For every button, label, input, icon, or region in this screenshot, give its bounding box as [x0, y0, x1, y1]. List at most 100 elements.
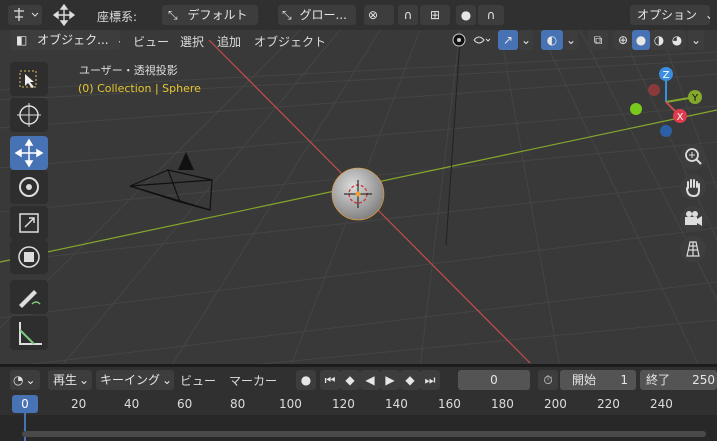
move-icon: [14, 138, 44, 168]
record-icon: ●: [300, 373, 312, 387]
jump-end-button[interactable]: ⏭: [420, 370, 440, 390]
ruler-tick: 180: [491, 397, 514, 411]
object-mode-label: オブジェク...: [37, 33, 109, 47]
zoom-button[interactable]: [680, 144, 706, 170]
next-keyframe-icon: ◆: [405, 373, 415, 387]
annotate-icon: [19, 290, 41, 308]
play-reverse-button[interactable]: ◀: [360, 370, 380, 390]
xray-toggle[interactable]: ⧉: [588, 30, 608, 50]
falloff-curve-icon: ∩: [486, 8, 496, 22]
playback-label: 再生: [53, 373, 78, 387]
gizmo-dropdown[interactable]: ⌄: [519, 30, 533, 50]
jump-start-icon: ⏮: [324, 373, 336, 387]
end-frame-field[interactable]: 終了 250: [640, 370, 717, 390]
editor-type-icon: [14, 8, 39, 21]
playback-menu[interactable]: 再生 ⌄: [48, 370, 92, 390]
end-label: 終了: [646, 373, 671, 387]
timeline-view-menu[interactable]: ビュー: [180, 372, 216, 389]
tool-cursor[interactable]: [10, 98, 48, 132]
select-box-icon: [19, 70, 37, 88]
jump-start-button[interactable]: ⏮: [320, 370, 340, 390]
gizmo-toggle[interactable]: ↗: [498, 30, 518, 50]
overlay-toggle[interactable]: ◐: [541, 30, 563, 50]
timeline-scrollbar[interactable]: [22, 431, 706, 437]
tool-measure[interactable]: [10, 316, 48, 350]
shading-dropdown[interactable]: ⌄: [688, 30, 704, 50]
zoom-icon: [685, 148, 702, 165]
snap-toggle[interactable]: ∩: [398, 5, 418, 25]
current-frame-field[interactable]: 0: [458, 370, 530, 390]
tool-annotate[interactable]: [10, 280, 48, 314]
keying-menu[interactable]: キーイング ⌄: [96, 370, 174, 390]
prev-keyframe-icon: ◆: [345, 373, 355, 387]
tool-move[interactable]: [10, 136, 48, 170]
timeline-area[interactable]: 0 20 40 60 80 100 120 140 160 180 200 22…: [0, 393, 717, 441]
play-button[interactable]: ▶: [380, 370, 400, 390]
timeline-editor-type[interactable]: ◔ ⌄: [10, 370, 40, 390]
shading-material[interactable]: ◑: [650, 30, 668, 50]
snap-target-dropdown[interactable]: ⊞: [420, 5, 450, 25]
record-button[interactable]: ●: [296, 370, 316, 390]
chevron-down-icon: ⌄: [355, 5, 356, 25]
tool-transform[interactable]: [10, 240, 48, 274]
link-icon: ⊗: [368, 8, 379, 22]
chevron-down-icon: ⌄: [162, 373, 173, 387]
start-label: 開始: [572, 373, 597, 387]
options-dropdown[interactable]: オプション ⌄: [630, 5, 710, 25]
shading-rendered[interactable]: ◕: [668, 30, 686, 50]
start-value: 1: [620, 373, 628, 387]
timeline-marker-menu[interactable]: マーカー: [229, 372, 277, 389]
rendered-icon: ◕: [671, 33, 683, 47]
navigation-gizmo[interactable]: Z Y X: [626, 62, 706, 142]
transform-icon: [18, 246, 40, 268]
chevron-down-icon: ⌄: [520, 33, 532, 47]
tool-rotate[interactable]: [10, 170, 48, 204]
current-frame-marker-label: 0: [21, 397, 29, 411]
orientation-icon: ⤡: [168, 8, 178, 22]
proportional-edit-toggle[interactable]: ●: [456, 5, 476, 25]
end-value: 250: [692, 373, 715, 387]
object-mode-dropdown[interactable]: ◧ オブジェク... ⌄: [10, 30, 120, 50]
menu-add[interactable]: 追加: [217, 33, 241, 50]
chevron-down-icon: ⌄: [255, 5, 258, 25]
prev-keyframe-button[interactable]: ◆: [340, 370, 360, 390]
shading-solid[interactable]: ●: [632, 30, 650, 50]
orientation-dropdown[interactable]: ⤡ デフォルト ⌄: [162, 5, 258, 25]
stopwatch-icon: ⏱: [543, 373, 553, 387]
ruler-tick: 200: [544, 397, 567, 411]
viewport-header: 座標系: ⤡ デフォルト ⌄ ⤡ グロー... ⌄ ⊗ ∩ ⊞ ● ∩ オプショ…: [0, 0, 717, 30]
shading-wireframe[interactable]: ⊕: [614, 30, 632, 50]
scale-icon: [19, 213, 39, 233]
camera-object[interactable]: [126, 146, 218, 212]
clock-icon: ◔: [13, 373, 24, 387]
transform-pivot-dropdown[interactable]: ⤡ グロー... ⌄: [278, 5, 356, 25]
tool-scale[interactable]: [10, 206, 48, 240]
overlay-dropdown[interactable]: ⌄: [564, 30, 578, 50]
pivot-dropdown[interactable]: ⊗: [364, 5, 394, 25]
coord-system-label: 座標系:: [97, 10, 138, 24]
play-reverse-icon: ◀: [365, 373, 375, 387]
menu-view[interactable]: ビュー: [133, 33, 169, 50]
menu-object[interactable]: オブジェクト: [254, 33, 326, 50]
next-keyframe-button[interactable]: ◆: [400, 370, 420, 390]
tool-select-box[interactable]: [10, 62, 48, 96]
camera-view-button[interactable]: [680, 206, 706, 232]
menu-select[interactable]: 選択: [180, 33, 204, 50]
gizmo-z-label: Z: [663, 70, 670, 81]
chevron-down-icon: ⌄: [690, 33, 702, 47]
gizmo-icon: ↗: [502, 33, 514, 47]
measure-icon: [19, 322, 42, 345]
current-frame-marker[interactable]: 0: [12, 395, 38, 413]
editor-type-button[interactable]: [8, 5, 42, 25]
current-frame-value: 0: [490, 373, 498, 387]
visibility-dropdown[interactable]: [446, 30, 492, 50]
falloff-dropdown[interactable]: ∩: [478, 5, 504, 25]
pan-button[interactable]: [680, 174, 706, 200]
start-frame-field[interactable]: 開始 1: [560, 370, 636, 390]
preview-range-toggle[interactable]: ⏱: [538, 370, 558, 390]
move-gizmo-icon[interactable]: [52, 4, 76, 26]
wireframe-icon: ⊕: [617, 33, 629, 47]
perspective-toggle-button[interactable]: [680, 236, 706, 262]
sphere-object[interactable]: [330, 166, 386, 222]
ruler-tick: 20: [71, 397, 87, 411]
